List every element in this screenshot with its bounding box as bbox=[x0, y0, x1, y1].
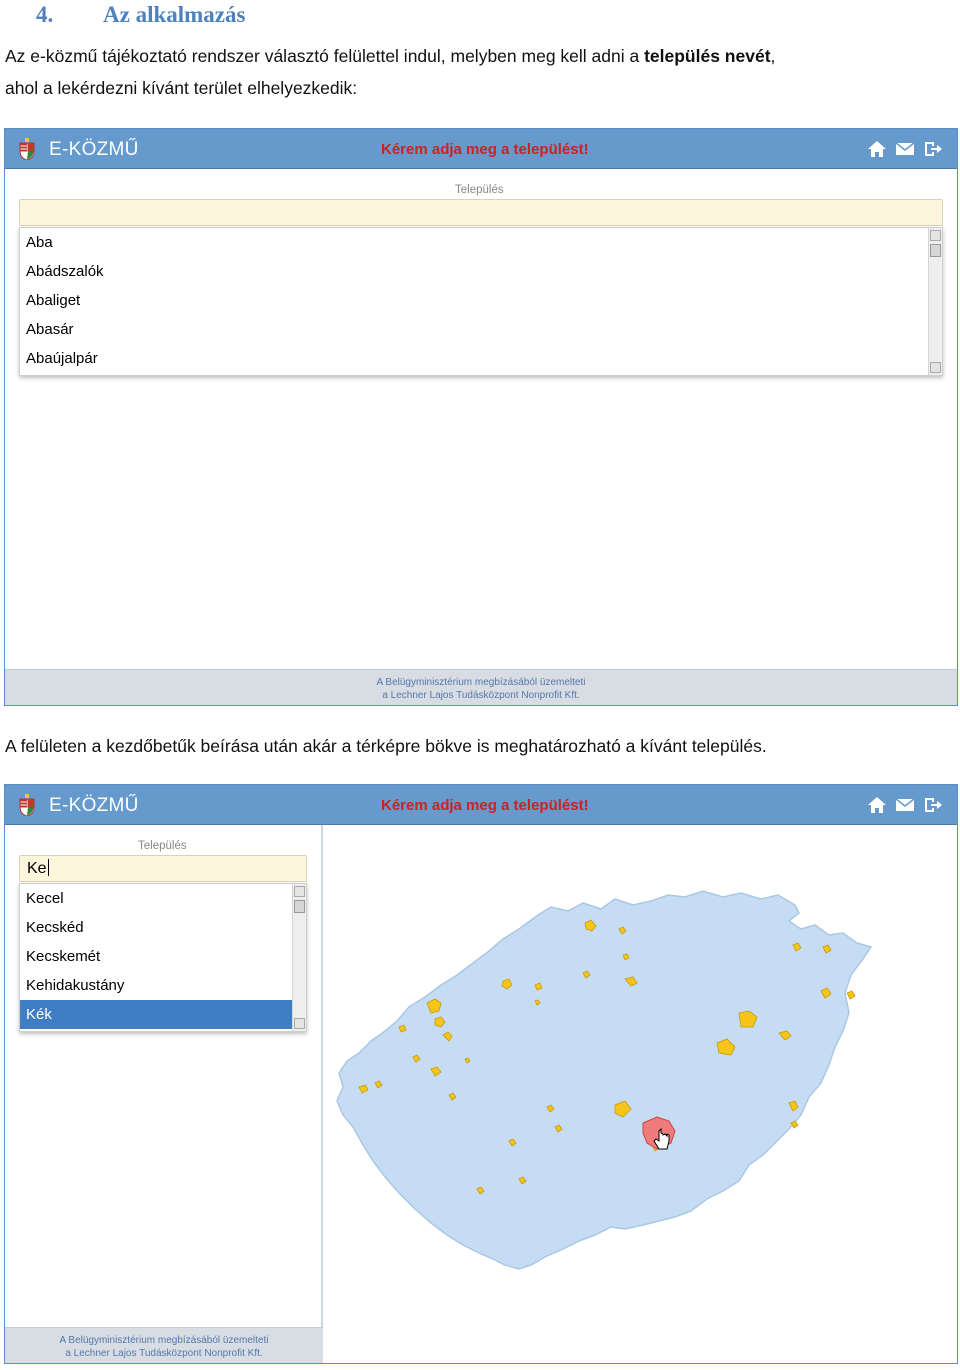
list-item[interactable]: Kehidakustány bbox=[20, 971, 292, 1000]
app-screenshot-2: E-KÖZMŰ Kérem adja meg a települést! Tel… bbox=[4, 784, 958, 1364]
app-brand: E-KÖZMŰ bbox=[49, 139, 139, 160]
intro-bold-text: település nevét bbox=[644, 46, 771, 66]
list-item[interactable]: Abasár bbox=[20, 315, 928, 344]
field-label: Település bbox=[138, 840, 187, 852]
footer-line-2: a Lechner Lajos Tudásközpont Nonprofit K… bbox=[65, 1348, 263, 1359]
hungary-map[interactable] bbox=[323, 825, 959, 1365]
intro-text: Az e-közmű tájékoztató rendszer választó… bbox=[5, 46, 645, 66]
scroll-up-icon[interactable] bbox=[930, 230, 941, 241]
coat-of-arms-icon bbox=[19, 138, 35, 160]
scroll-thumb[interactable] bbox=[930, 244, 941, 257]
list-item[interactable]: Abaújalpár bbox=[20, 344, 928, 373]
scroll-up-icon[interactable] bbox=[294, 886, 305, 897]
settlement-input[interactable]: Ke bbox=[19, 855, 307, 882]
list-scrollbar[interactable] bbox=[928, 228, 942, 375]
list-scrollbar[interactable] bbox=[292, 884, 306, 1031]
list-item[interactable]: Kecskemét bbox=[20, 942, 292, 971]
settlement-list: Aba Abádszalók Abaliget Abasár Abaújalpá… bbox=[19, 227, 943, 376]
scroll-down-icon[interactable] bbox=[294, 1018, 305, 1029]
section-title: Az alkalmazás bbox=[103, 2, 246, 27]
input-value: Ke bbox=[27, 860, 47, 877]
app-header: E-KÖZMŰ Kérem adja meg a települést! bbox=[5, 129, 957, 169]
home-icon[interactable] bbox=[867, 140, 887, 158]
section-heading: 4. Az alkalmazás bbox=[36, 2, 245, 28]
list-item[interactable]: Kecel bbox=[20, 884, 292, 913]
caption-2: A felületen a kezdőbetűk beírása után ak… bbox=[5, 736, 767, 756]
list-item-selected[interactable]: Kék bbox=[20, 1000, 292, 1029]
map-area[interactable] bbox=[323, 825, 957, 1363]
scroll-down-icon[interactable] bbox=[930, 362, 941, 373]
app-brand: E-KÖZMŰ bbox=[49, 795, 139, 816]
footer-line-1: A Belügyminisztérium megbízásából üzemel… bbox=[376, 677, 586, 688]
home-icon[interactable] bbox=[867, 796, 887, 814]
settlement-list: Kecel Kecskéd Kecskemét Kehidakustány Ké… bbox=[19, 883, 307, 1032]
app-footer: A Belügyminisztérium megbízásából üzemel… bbox=[5, 669, 957, 705]
app-screenshot-1: E-KÖZMŰ Kérem adja meg a települést! Tel… bbox=[4, 128, 958, 706]
scroll-thumb[interactable] bbox=[294, 900, 305, 913]
field-label: Település bbox=[455, 184, 504, 196]
country-outline bbox=[336, 890, 873, 1270]
text-caret bbox=[47, 859, 49, 876]
logout-icon[interactable] bbox=[923, 140, 943, 158]
app-prompt: Kérem adja meg a települést! bbox=[381, 141, 589, 158]
marker bbox=[846, 990, 856, 1000]
mail-icon[interactable] bbox=[895, 796, 915, 814]
footer-line-1: A Belügyminisztérium megbízásából üzemel… bbox=[59, 1335, 269, 1346]
intro-line-1: Az e-közmű tájékoztató rendszer választó… bbox=[5, 41, 775, 72]
settlement-input[interactable] bbox=[19, 199, 943, 226]
logout-icon[interactable] bbox=[923, 796, 943, 814]
app-footer: A Belügyminisztérium megbízásából üzemel… bbox=[5, 1327, 323, 1363]
marker bbox=[790, 1120, 799, 1129]
list-item[interactable]: Abaliget bbox=[20, 286, 928, 315]
list-item[interactable]: Kecskéd bbox=[20, 913, 292, 942]
app-prompt: Kérem adja meg a települést! bbox=[381, 797, 589, 814]
mail-icon[interactable] bbox=[895, 140, 915, 158]
section-number: 4. bbox=[36, 2, 54, 27]
app-header: E-KÖZMŰ Kérem adja meg a települést! bbox=[5, 785, 957, 825]
search-panel: Település Ke Kecel Kecskéd Kecskemét Keh… bbox=[5, 825, 323, 1363]
footer-line-2: a Lechner Lajos Tudásközpont Nonprofit K… bbox=[382, 690, 580, 701]
intro-line-2: ahol a lekérdezni kívánt terület elhelye… bbox=[5, 78, 358, 98]
list-item[interactable]: Abádszalók bbox=[20, 257, 928, 286]
coat-of-arms-icon bbox=[19, 794, 35, 816]
list-item[interactable]: Aba bbox=[20, 228, 928, 257]
intro-punct: , bbox=[770, 46, 776, 66]
